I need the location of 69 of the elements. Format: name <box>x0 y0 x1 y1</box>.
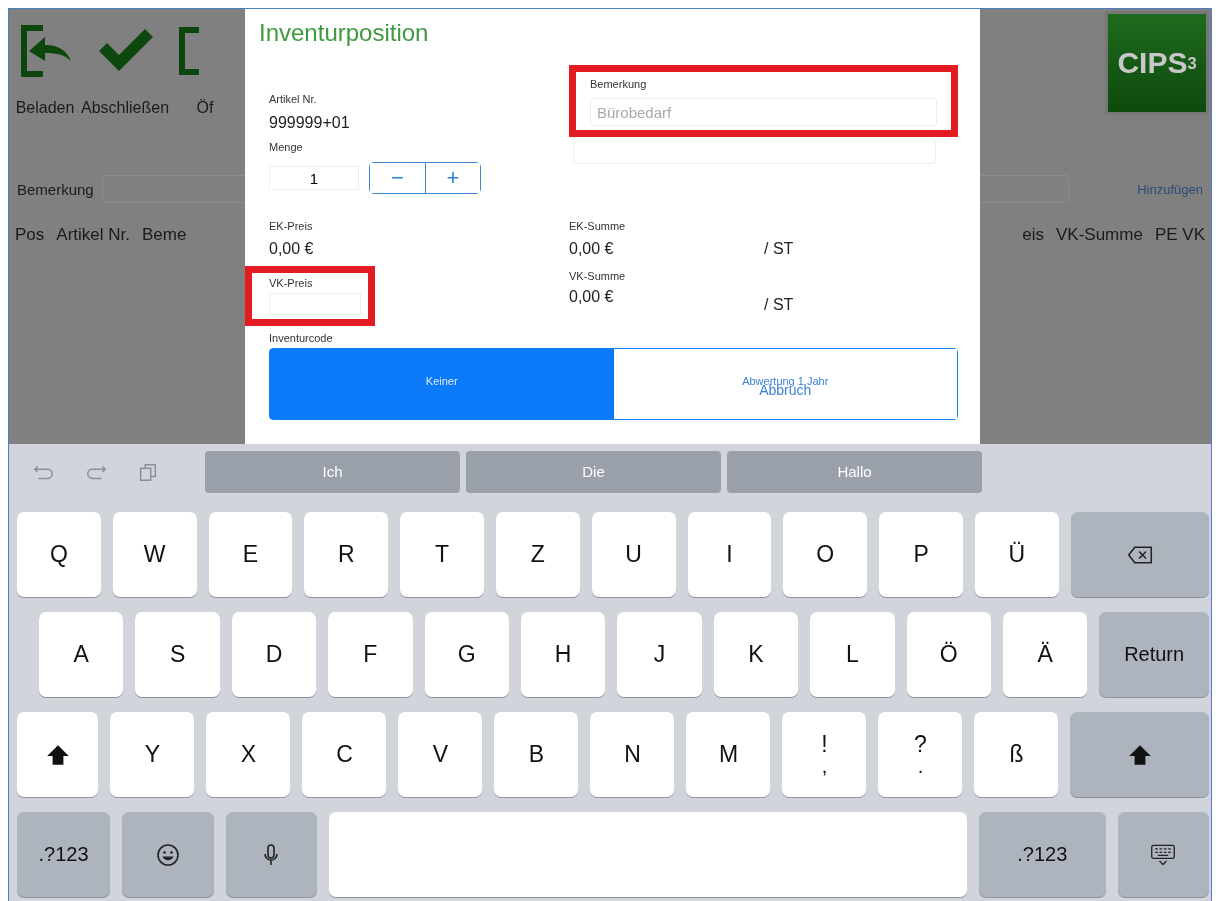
remark-label: Bemerkung <box>17 180 94 198</box>
shift-key[interactable] <box>17 712 99 797</box>
article-number: 999999+01 <box>269 114 351 132</box>
emoji-key[interactable] <box>122 812 214 897</box>
letter-key[interactable]: G <box>424 612 509 697</box>
column-header: PE VK <box>1154 225 1205 245</box>
field-label: EK-Preis <box>269 220 314 232</box>
letter-key[interactable]: H <box>520 612 606 697</box>
letter-key[interactable]: Q <box>17 512 101 597</box>
toolbar-label[interactable]: Abschließen <box>81 99 170 117</box>
letter-key[interactable]: P <box>879 512 963 597</box>
letter-key[interactable]: Z <box>496 512 580 597</box>
letter-key[interactable]: V <box>398 712 483 797</box>
remark-input[interactable]: Bürobedarf <box>590 98 937 126</box>
unit-label: / ST <box>764 296 795 315</box>
field-label: VK-Preis <box>269 277 314 289</box>
hide-keyboard-key[interactable] <box>1117 812 1209 897</box>
letter-key[interactable]: ß <box>974 712 1059 797</box>
letter-key[interactable]: E <box>208 512 293 597</box>
unit-label: / ST <box>764 240 795 258</box>
field-label: EK-Summe <box>569 220 627 232</box>
field-label: Bemerkung <box>590 78 648 90</box>
letter-key[interactable]: Y <box>110 712 195 797</box>
smiley-icon <box>154 842 181 867</box>
letter-key[interactable]: X <box>206 712 291 797</box>
field-label: Inventurcode <box>268 332 334 344</box>
dialog-title: Inventurposition <box>259 19 430 47</box>
app-logo: CIPS$^{3}$ <box>1105 11 1209 115</box>
column-header: eis <box>1022 225 1044 245</box>
sum-value: 0,00 € <box>569 288 615 306</box>
numbers-key[interactable]: .?123 <box>978 812 1106 897</box>
letter-key[interactable]: J <box>617 612 702 697</box>
letter-key[interactable]: W <box>112 512 197 597</box>
letter-key[interactable]: K <box>713 612 799 697</box>
column-header: Pos <box>15 225 45 245</box>
field-label: VK-Summe <box>569 270 627 282</box>
field-label: Menge <box>269 141 304 153</box>
keyboard-icon <box>1150 842 1177 867</box>
letter-key[interactable]: T <box>400 512 484 597</box>
column-header: Artikel Nr. <box>56 225 130 245</box>
sum-value: 0,00 € <box>569 240 615 258</box>
letter-key[interactable]: A <box>39 612 124 697</box>
letter-key[interactable]: N <box>590 712 675 797</box>
column-header: Beme <box>142 225 187 245</box>
price-value: 0,00 € <box>269 240 315 258</box>
letter-key[interactable]: L <box>810 612 895 697</box>
toolbar-label[interactable]: Öf <box>196 99 214 117</box>
letter-key[interactable]: I <box>687 512 772 597</box>
letter-key[interactable]: C <box>302 712 387 797</box>
letter-key[interactable]: Ü <box>974 512 1059 597</box>
toolbar-label[interactable]: Beladen <box>15 99 75 117</box>
return-key[interactable]: Return <box>1099 612 1209 697</box>
field-label: Artikel Nr. <box>269 93 318 105</box>
letter-key[interactable]: R <box>304 512 389 597</box>
numbers-key[interactable]: .?123 <box>17 812 111 897</box>
letter-key[interactable]: B <box>494 712 579 797</box>
quantity-field[interactable]: 1 <box>269 166 359 190</box>
letter-key[interactable]: S <box>135 612 220 697</box>
punctuation-key[interactable]: ! , <box>782 712 867 797</box>
letter-key[interactable]: U <box>591 512 676 597</box>
plus-button[interactable]: + <box>425 163 480 193</box>
letter-key[interactable]: O <box>783 512 868 597</box>
letter-key[interactable]: M <box>686 712 771 797</box>
letter-key[interactable]: Ä <box>1002 612 1088 697</box>
letter-key[interactable]: F <box>328 612 413 697</box>
punctuation-key[interactable]: ? . <box>878 712 963 797</box>
letter-key[interactable]: D <box>231 612 317 697</box>
letter-key[interactable]: Ö <box>906 612 991 697</box>
column-header: VK-Summe <box>1056 225 1143 245</box>
